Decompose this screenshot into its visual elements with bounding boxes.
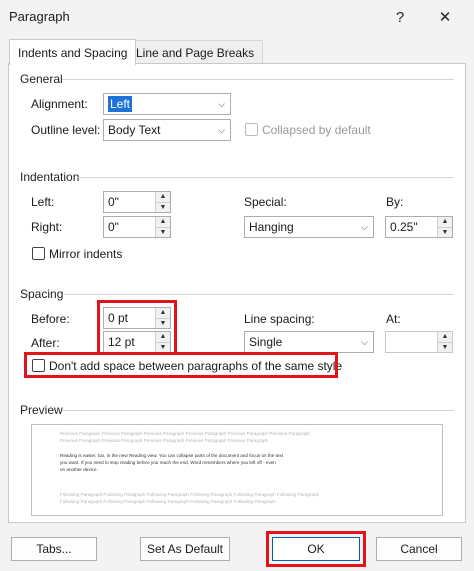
outline-level-dropdown[interactable]: Body Text ⌵ [103, 119, 231, 141]
chevron-down-icon: ⌵ [218, 124, 225, 135]
caret-down-icon[interactable]: ▼ [156, 226, 170, 237]
at-label: At: [386, 312, 401, 326]
preview-main-line-1: Reading is easier, too, in the new Readi… [60, 453, 283, 458]
line-spacing-label: Line spacing: [244, 312, 315, 326]
caret-up-icon[interactable]: ▲ [438, 217, 452, 227]
indentation-heading: Indentation [20, 170, 80, 184]
preview-previous-line-2: Previous Paragraph Previous Paragraph Pr… [60, 438, 269, 443]
chevron-down-icon: ⌵ [361, 336, 368, 347]
by-value: 0.25" [390, 220, 418, 234]
outline-level-value: Body Text [108, 123, 161, 137]
caret-down-icon[interactable]: ▼ [438, 226, 452, 237]
caret-up-icon[interactable]: ▲ [156, 192, 170, 202]
cancel-button[interactable]: Cancel [376, 537, 462, 561]
caret-up-icon[interactable]: ▲ [156, 217, 170, 227]
right-indent-label: Right: [31, 220, 63, 234]
dialog-title: Paragraph [9, 9, 70, 24]
line-spacing-dropdown[interactable]: Single ⌵ [244, 331, 374, 353]
special-label: Special: [244, 195, 287, 209]
left-indent-value: 0" [108, 195, 119, 209]
outline-level-label: Outline level: [31, 123, 101, 137]
special-dropdown[interactable]: Hanging ⌵ [244, 216, 374, 238]
chevron-down-icon: ⌵ [218, 98, 225, 109]
line-spacing-value: Single [249, 335, 283, 349]
before-label: Before: [31, 312, 70, 326]
before-after-highlight [97, 300, 177, 355]
preview-divider [62, 410, 454, 411]
preview-following-line-1: Following Paragraph Following Paragraph … [60, 492, 320, 497]
spacing-heading: Spacing [20, 287, 64, 301]
special-value: Hanging [249, 220, 294, 234]
caret-down-icon[interactable]: ▼ [438, 341, 452, 352]
alignment-dropdown[interactable]: Left ⌵ [103, 93, 231, 115]
indentation-divider [78, 177, 454, 178]
help-button[interactable]: ? [384, 5, 416, 29]
collapsed-by-default-label: Collapsed by default [262, 123, 371, 137]
preview-previous-line-1: Previous Paragraph Previous Paragraph Pr… [60, 431, 310, 436]
spacing-divider [64, 294, 454, 295]
by-spinner[interactable]: 0.25" ▲ ▼ [385, 216, 453, 238]
caret-up-icon[interactable]: ▲ [438, 332, 452, 342]
preview-following-line-2: Following Paragraph Following Paragraph … [60, 499, 276, 504]
preview-main-line-3: on another device. [60, 467, 98, 472]
general-divider [62, 79, 454, 80]
mirror-indents-label: Mirror indents [49, 247, 123, 261]
left-indent-label: Left: [31, 195, 55, 209]
by-label: By: [386, 195, 404, 209]
left-indent-spinner[interactable]: 0" ▲ ▼ [103, 191, 171, 213]
close-icon: ✕ [438, 9, 452, 26]
preview-main-line-2: you want. If you need to stop reading be… [60, 460, 276, 465]
tab-line-and-page-breaks[interactable]: Line and Page Breaks [127, 40, 264, 64]
dont-add-space-highlight [24, 352, 338, 378]
collapsed-by-default-checkbox[interactable] [245, 123, 258, 136]
close-button[interactable]: ✕ [429, 5, 461, 29]
caret-down-icon[interactable]: ▼ [156, 201, 170, 212]
preview-pane: Previous Paragraph Previous Paragraph Pr… [31, 424, 443, 516]
alignment-value: Left [108, 96, 133, 112]
right-indent-spinner[interactable]: 0" ▲ ▼ [103, 216, 171, 238]
alignment-label: Alignment: [31, 97, 88, 111]
set-as-default-button[interactable]: Set As Default [140, 537, 230, 561]
ok-highlight [266, 531, 366, 567]
at-spinner[interactable]: ▲ ▼ [385, 331, 453, 353]
mirror-indents-checkbox[interactable] [32, 247, 45, 260]
right-indent-value: 0" [108, 220, 119, 234]
tab-indents-and-spacing[interactable]: Indents and Spacing [9, 39, 137, 65]
tabs-button[interactable]: Tabs... [11, 537, 97, 561]
after-label: After: [31, 336, 60, 350]
general-heading: General [20, 72, 63, 86]
preview-heading: Preview [20, 403, 63, 417]
chevron-down-icon: ⌵ [361, 221, 368, 232]
